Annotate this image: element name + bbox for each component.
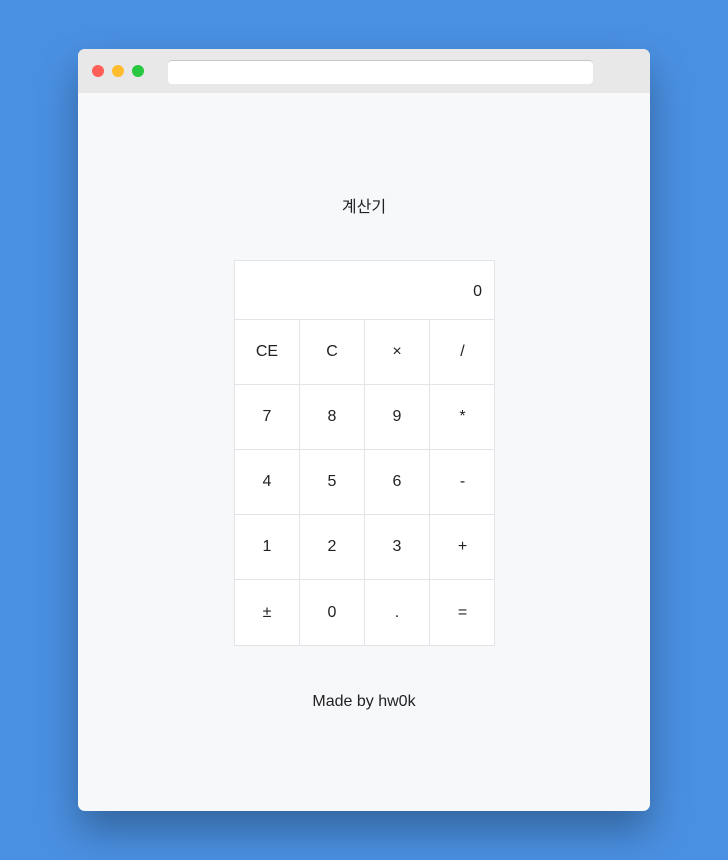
key-button[interactable]: 6 [365, 450, 430, 515]
key-button[interactable]: . [365, 580, 430, 645]
key-button[interactable]: 2 [300, 515, 365, 580]
key-button[interactable]: 9 [365, 385, 430, 450]
close-icon[interactable] [92, 65, 104, 77]
key-button[interactable]: × [365, 320, 430, 385]
key-button[interactable]: * [430, 385, 495, 450]
minimize-icon[interactable] [112, 65, 124, 77]
keypad: CE C ×/ 7 8 9 * 4 5 6- 1 2 3 + ±0. = [235, 320, 495, 645]
key-button[interactable]: CE [235, 320, 300, 385]
key-button[interactable]: / [430, 320, 495, 385]
address-bar[interactable] [168, 60, 593, 84]
key-button[interactable]: - [430, 450, 495, 515]
key-button[interactable]: 1 [235, 515, 300, 580]
key-button[interactable]: 7 [235, 385, 300, 450]
key-button[interactable]: 8 [300, 385, 365, 450]
key-button[interactable]: 3 [365, 515, 430, 580]
footer-credit: Made by hw0k [312, 693, 416, 710]
browser-window: 계산기 0 CE C ×/ 7 8 9 * 4 5 6- 1 2 3 + ±0. = Made by hw0k [78, 49, 650, 811]
key-button[interactable]: C [300, 320, 365, 385]
key-button[interactable]: + [430, 515, 495, 580]
key-button[interactable]: ± [235, 580, 300, 645]
key-button[interactable]: = [430, 580, 495, 645]
maximize-icon[interactable] [132, 65, 144, 77]
key-button[interactable]: 4 [235, 450, 300, 515]
key-button[interactable]: 0 [300, 580, 365, 645]
calculator: 0 CE C ×/ 7 8 9 * 4 5 6- 1 2 3 + ±0. = [234, 260, 495, 646]
key-button[interactable]: 5 [300, 450, 365, 515]
title-bar [78, 49, 650, 93]
page-title: 계산기 [341, 199, 387, 216]
calculator-display: 0 [235, 261, 494, 320]
